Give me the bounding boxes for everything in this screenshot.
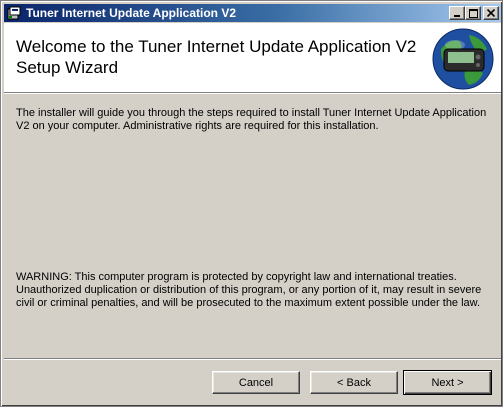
maximize-button[interactable] [465, 6, 481, 20]
wizard-heading: Welcome to the Tuner Internet Update App… [16, 37, 417, 77]
close-button[interactable] [483, 6, 499, 20]
next-button[interactable]: Next > [403, 370, 492, 395]
maximize-icon [468, 8, 478, 18]
title-bar-controls [449, 6, 499, 20]
installer-app-icon [6, 5, 22, 21]
setup-wizard-window: Tuner Internet Update Application V2 Wel… [0, 0, 503, 407]
wizard-banner: Welcome to the Tuner Internet Update App… [4, 23, 501, 94]
globe-device-icon [432, 28, 494, 90]
close-icon [487, 9, 495, 17]
copyright-warning: WARNING: This computer program is protec… [16, 271, 482, 309]
window-title: Tuner Internet Update Application V2 [26, 6, 237, 20]
footer-separator [4, 358, 501, 360]
minimize-button[interactable] [449, 6, 465, 20]
title-bar[interactable]: Tuner Internet Update Application V2 [4, 4, 501, 22]
cancel-button[interactable]: Cancel [212, 371, 300, 394]
intro-text: The installer will guide you through the… [16, 107, 487, 132]
minimize-icon [454, 15, 460, 17]
back-button[interactable]: < Back [310, 371, 398, 394]
